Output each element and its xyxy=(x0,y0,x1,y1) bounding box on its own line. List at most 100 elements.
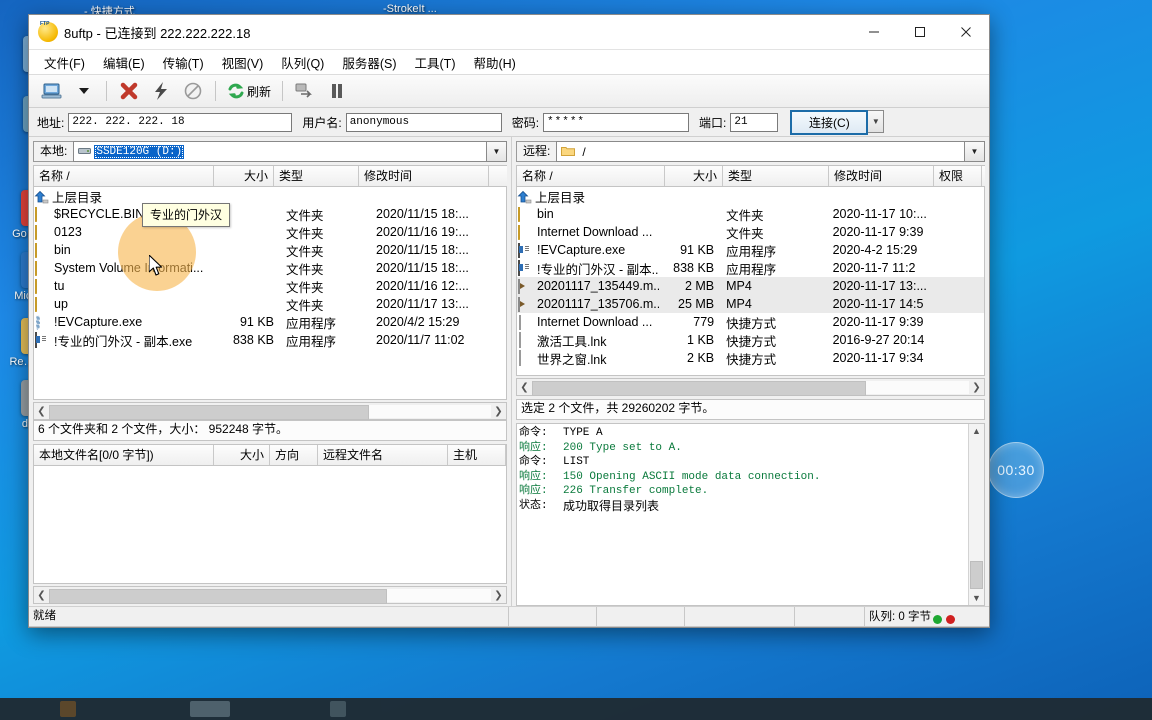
minimize-button[interactable] xyxy=(851,16,897,48)
column-header-2[interactable]: 方向 xyxy=(270,445,318,465)
file-row[interactable]: bin 文件夹 2020/11/15 18:... xyxy=(34,241,506,259)
column-header-1[interactable]: 大小 xyxy=(214,166,274,186)
scroll-right-icon[interactable]: ❯ xyxy=(969,382,984,393)
file-row[interactable]: 世界之窗.lnk 2 KB 快捷方式 2020-11-17 9:34 xyxy=(517,349,984,367)
menu-item-3[interactable]: 视图(V) xyxy=(213,51,273,74)
column-header-3[interactable]: 远程文件名 xyxy=(318,445,448,465)
scroll-left-icon[interactable]: ❮ xyxy=(34,406,49,417)
queue-horizontal-scrollbar[interactable]: ❮ ❯ xyxy=(33,586,507,604)
file-row[interactable]: System Volume Informati... 文件夹 2020/11/15 … xyxy=(34,259,506,277)
disconnect-icon[interactable] xyxy=(114,78,144,104)
stop-icon[interactable] xyxy=(178,78,208,104)
menu-item-1[interactable]: 编辑(E) xyxy=(94,51,154,74)
file-row[interactable]: 20201117_135449.m... 2 MB MP4 2020-11-17 13… xyxy=(517,277,984,295)
scroll-track[interactable] xyxy=(49,588,491,604)
scroll-left-icon[interactable]: ❮ xyxy=(34,590,49,601)
file-row[interactable]: up 文件夹 2020/11/17 13:... xyxy=(34,295,506,313)
scroll-right-icon[interactable]: ❯ xyxy=(491,406,506,417)
column-header-2[interactable]: 类型 xyxy=(274,166,359,186)
scroll-thumb[interactable] xyxy=(49,588,387,604)
port-input[interactable]: 21 xyxy=(730,112,779,132)
remote-path-bar[interactable]: 远程: / ▼ xyxy=(516,141,985,162)
column-header-0[interactable]: 名称 / xyxy=(34,166,214,186)
file-row[interactable]: bin 文件夹 2020-11-17 10:... xyxy=(517,205,984,223)
file-row[interactable]: !EVCapture.exe 91 KB 应用程序 2020-4-2 15:29 xyxy=(517,241,984,259)
log-text: 200 Type set to A. xyxy=(563,441,682,454)
connect-button[interactable]: 连接(C) xyxy=(790,109,869,135)
file-row[interactable]: !EVCapture.exe 91 KB 应用程序 2020/4/2 15:29 xyxy=(34,313,506,331)
menu-item-4[interactable]: 队列(Q) xyxy=(272,51,333,74)
queue-column-headers[interactable]: 本地文件名[0/0 字节]) 大小 方向 远程文件名 主机 xyxy=(33,444,507,466)
folder-icon xyxy=(517,224,534,240)
file-row[interactable]: 20201117_135706.m... 25 MB MP4 2020-11-17 1… xyxy=(517,295,984,313)
scroll-thumb[interactable] xyxy=(970,561,983,589)
username-input[interactable]: anonymous xyxy=(345,112,502,132)
menu-item-7[interactable]: 帮助(H) xyxy=(464,51,524,74)
scroll-thumb[interactable] xyxy=(49,404,370,420)
log-vertical-scrollbar[interactable]: ▲ ▼ xyxy=(968,424,984,605)
taskbar-item-3[interactable] xyxy=(330,701,346,717)
column-header-1[interactable]: 大小 xyxy=(665,166,723,186)
column-header-3[interactable]: 修改时间 xyxy=(829,166,934,186)
connection-bar[interactable]: 地址: 222. 222. 222. 18 用户名: anonymous 密码:… xyxy=(29,108,989,137)
address-input[interactable]: 222. 222. 222. 18 xyxy=(68,112,293,132)
menu-item-2[interactable]: 传输(T) xyxy=(154,51,213,74)
file-row[interactable]: !专业的门外汉 - 副本.... 838 KB 应用程序 2020-11-7 11:2 xyxy=(517,259,984,277)
file-row[interactable]: !专业的门外汉 - 副本.exe 838 KB 应用程序 2020/11/7 11:0… xyxy=(34,331,506,349)
connect-dropdown-icon[interactable]: ▼ xyxy=(868,109,885,133)
local-path-dropdown-icon[interactable]: ▼ xyxy=(487,141,507,162)
remote-path-combobox[interactable]: / xyxy=(556,141,965,162)
password-input[interactable]: ***** xyxy=(543,112,690,132)
column-header-3[interactable]: 修改时间 xyxy=(359,166,489,186)
local-horizontal-scrollbar[interactable]: ❮ ❯ xyxy=(33,402,507,420)
site-manager-icon[interactable] xyxy=(37,78,67,104)
column-header-4[interactable]: 权限 xyxy=(934,166,982,186)
scroll-thumb[interactable] xyxy=(532,380,867,396)
taskbar[interactable] xyxy=(0,698,1152,720)
menu-item-0[interactable]: 文件(F) xyxy=(35,51,94,74)
remote-column-headers[interactable]: 名称 / 大小 类型 修改时间 权限 xyxy=(516,165,985,187)
menu-item-5[interactable]: 服务器(S) xyxy=(333,51,405,74)
close-button[interactable] xyxy=(943,16,989,48)
file-row[interactable]: 0123 文件夹 2020/11/16 19:... xyxy=(34,223,506,241)
parent-directory-row[interactable]: 上层目录 xyxy=(517,187,984,205)
file-row[interactable]: $RECYCLE.BIN 文件夹 2020/11/15 18:... xyxy=(34,205,506,223)
file-name: 上层目录 xyxy=(52,190,103,205)
menu-item-6[interactable]: 工具(T) xyxy=(406,51,465,74)
queue-list[interactable] xyxy=(33,466,507,584)
local-path-bar[interactable]: 本地: SSDE120G (D:) ▼ xyxy=(33,141,507,162)
site-manager-dropdown-icon[interactable] xyxy=(69,78,99,104)
scroll-track[interactable] xyxy=(49,404,491,420)
scroll-left-icon[interactable]: ❮ xyxy=(517,382,532,393)
refresh-button[interactable]: 刷新 xyxy=(223,78,275,104)
pause-icon[interactable] xyxy=(322,78,352,104)
remote-path-dropdown-icon[interactable]: ▼ xyxy=(965,141,985,162)
quick-connect-lightning-icon[interactable] xyxy=(146,78,176,104)
scroll-up-icon[interactable]: ▲ xyxy=(972,424,981,438)
file-row[interactable]: 激活工具.lnk 1 KB 快捷方式 2016-9-27 20:14 xyxy=(517,331,984,349)
file-row[interactable]: Internet Download ... 文件夹 2020-11-17 9:39 xyxy=(517,223,984,241)
scroll-down-icon[interactable]: ▼ xyxy=(972,591,981,605)
transfer-icon[interactable] xyxy=(290,78,320,104)
remote-horizontal-scrollbar[interactable]: ❮ ❯ xyxy=(516,378,985,396)
remote-file-list[interactable]: 上层目录 bin 文件夹 2020-11-17 10:... Internet Down… xyxy=(516,187,985,376)
file-row[interactable]: Internet Download ... 779 快捷方式 2020-11-17 9… xyxy=(517,313,984,331)
scroll-track[interactable] xyxy=(532,380,969,396)
maximize-button[interactable] xyxy=(897,16,943,48)
column-header-0[interactable]: 本地文件名[0/0 字节]) xyxy=(34,445,214,465)
scroll-right-icon[interactable]: ❯ xyxy=(491,590,506,601)
local-path-combobox[interactable]: SSDE120G (D:) xyxy=(73,141,487,162)
column-header-0[interactable]: 名称 / xyxy=(517,166,665,186)
local-column-headers[interactable]: 名称 / 大小 类型 修改时间 xyxy=(33,165,507,187)
menu-bar[interactable]: 文件(F) 编辑(E) 传输(T) 视图(V) 队列(Q) 服务器(S) 工具(T) 帮助(H… xyxy=(29,50,989,75)
toolbar[interactable]: 刷新 xyxy=(29,75,989,108)
taskbar-item-1[interactable] xyxy=(60,701,76,717)
parent-directory-row[interactable]: 上层目录 xyxy=(34,187,506,205)
taskbar-item-2[interactable] xyxy=(190,701,230,717)
log-container[interactable]: 命令: TYPE A 响应: 200 Type set to A. 命令: LIST 响应:… xyxy=(516,423,985,606)
column-header-1[interactable]: 大小 xyxy=(214,445,270,465)
column-header-4[interactable]: 主机 xyxy=(448,445,506,465)
local-file-list[interactable]: 上层目录 $RECYCLE.BIN 文件夹 2020/11/15 18:... 0123… xyxy=(33,187,507,400)
file-row[interactable]: tu 文件夹 2020/11/16 12:... xyxy=(34,277,506,295)
column-header-2[interactable]: 类型 xyxy=(723,166,829,186)
